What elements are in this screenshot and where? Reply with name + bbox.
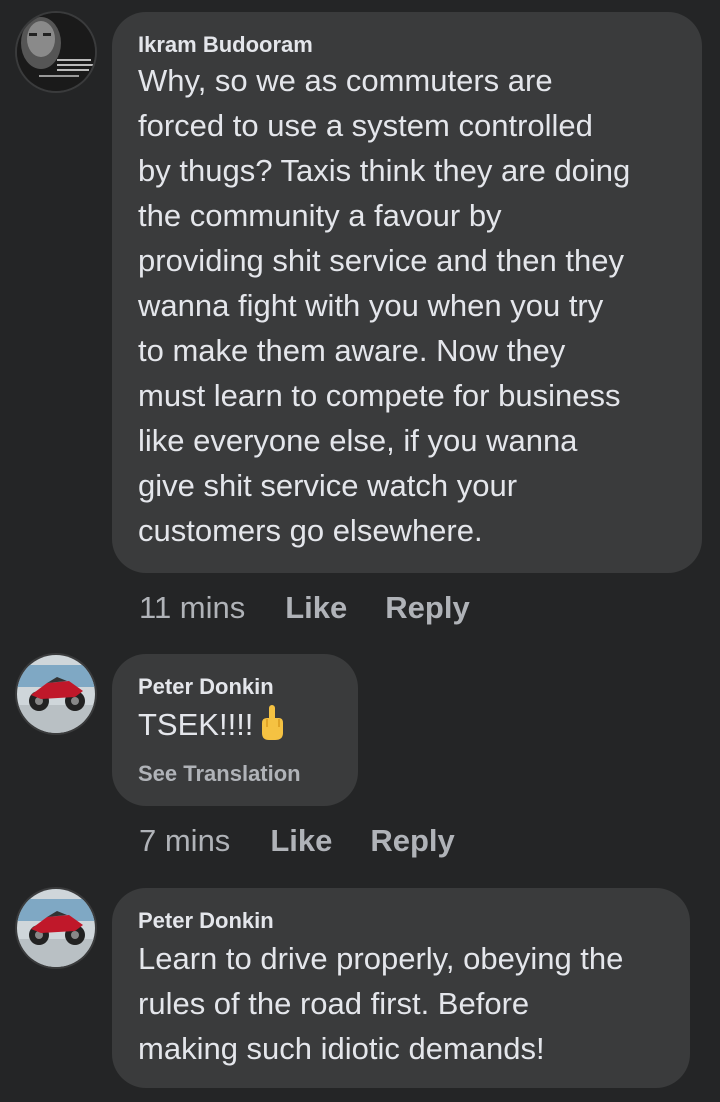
comment-text-row: TSEK!!!! [138,702,336,753]
see-translation-link[interactable]: See Translation [138,761,301,787]
avatar[interactable] [17,889,95,967]
comment-bubble: Peter Donkin TSEK!!!! See Translation [112,654,358,806]
comment-bubble: Peter Donkin Learn to drive properly, ob… [112,888,690,1088]
reply-button[interactable]: Reply [385,590,469,626]
comment-actions: 7 mins Like Reply [139,823,455,859]
comment-bubble: Ikram Budooram Why, so we as commuters a… [112,12,702,573]
avatar[interactable] [17,655,95,733]
comment-author[interactable]: Peter Donkin [138,675,274,699]
like-button[interactable]: Like [285,590,347,626]
avatar[interactable] [17,13,95,91]
avatar-image-motorcycle [17,889,95,967]
middle-finger-emoji-icon [259,703,285,753]
like-button[interactable]: Like [270,823,332,859]
reply-button[interactable]: Reply [370,823,454,859]
avatar-image-joker [17,13,95,91]
comment-author[interactable]: Peter Donkin [138,909,274,933]
comment-text: Learn to drive properly, obeying the rul… [138,941,624,1066]
comment-timestamp[interactable]: 7 mins [139,823,230,859]
avatar-image-motorcycle [17,655,95,733]
comment-text: TSEK!!!! [138,707,254,742]
comment-actions: 11 mins Like Reply [139,590,470,626]
comment-text: Why, so we as commuters are forced to us… [138,63,631,548]
comment-timestamp[interactable]: 11 mins [139,590,245,626]
comment-author[interactable]: Ikram Budooram [138,33,313,57]
